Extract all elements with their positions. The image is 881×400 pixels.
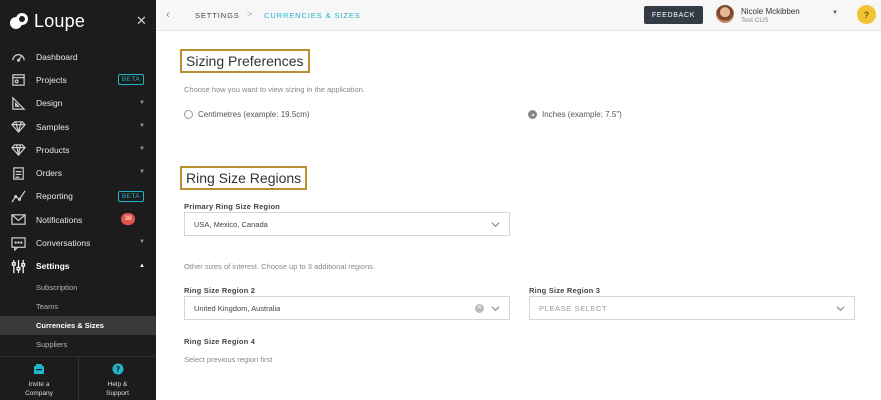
sidebar-item-orders[interactable]: Orders ▼ (0, 161, 156, 184)
radio-unchecked-icon (184, 110, 193, 119)
sidebar-item-settings[interactable]: Settings ▲ (0, 255, 156, 278)
notification-count-badge: 38 (121, 213, 135, 226)
user-name[interactable]: Nicole Mckibben (741, 7, 800, 16)
sidebar-item-reporting[interactable]: Reporting BETA (0, 185, 156, 208)
sidebar-item-label: Notifications (36, 214, 83, 225)
primary-region-select[interactable]: USA, Mexico, Canada (184, 212, 510, 236)
radio-centimetres[interactable]: Centimetres (example: 19.5cm) (184, 110, 310, 119)
top-bar: ‹ SETTINGS > CURRENCIES & SIZES FEEDBACK… (156, 0, 881, 31)
back-chevron-icon[interactable]: ‹ (166, 9, 170, 21)
main-content: Sizing Preferences Choose how you want t… (156, 31, 881, 400)
app-root: Loupe ✕ Dashboard Projects BETA Design ▼… (0, 0, 881, 400)
loupe-logo-icon (9, 12, 29, 30)
help-line-2: Support (106, 390, 129, 397)
sidebar-item-conversations[interactable]: Conversations ▼ (0, 231, 156, 254)
subnav-item-teams[interactable]: Teams (0, 297, 156, 316)
design-icon (10, 95, 26, 111)
sidebar-item-label: Products (36, 144, 70, 155)
primary-region-value: USA, Mexico, Canada (194, 219, 268, 229)
region-4-label: Ring Size Region 4 (184, 337, 256, 346)
sidebar-item-samples[interactable]: Samples ▼ (0, 115, 156, 138)
sizing-preferences-title: Sizing Preferences (180, 49, 310, 73)
sidebar-item-label: Conversations (36, 238, 91, 249)
sidebar-item-label: Orders (36, 168, 62, 179)
beta-badge: BETA (117, 74, 144, 86)
subnav-item-subscription[interactable]: Subscription (0, 278, 156, 297)
clear-icon[interactable]: ✕ (475, 304, 484, 313)
ring-size-regions-title: Ring Size Regions (180, 166, 308, 190)
logo-text: Loupe (34, 10, 86, 31)
primary-region-label: Primary Ring Size Region (184, 202, 281, 211)
region-3-select[interactable]: PLEASE SELECT (529, 296, 855, 320)
svg-text:?: ? (115, 365, 120, 374)
radio-inches[interactable]: Inches (example: 7.5") (528, 110, 622, 119)
chevron-up-icon: ▲ (139, 262, 145, 269)
projects-icon (10, 72, 26, 88)
region-2-value: United Kingdom, Australia (194, 303, 281, 313)
settings-subnav: Subscription Teams Currencies & Sizes Su… (0, 278, 156, 354)
notifications-icon (10, 212, 26, 228)
reporting-icon (10, 188, 26, 204)
logo[interactable]: Loupe (9, 10, 85, 32)
chevron-down-icon: ▼ (139, 122, 145, 129)
region-2-label: Ring Size Region 2 (184, 286, 256, 295)
radio-inches-label: Inches (example: 7.5") (542, 110, 622, 119)
help-button[interactable]: ? (857, 5, 876, 24)
chevron-down-icon: ▼ (139, 99, 145, 106)
help-line-1: Help & (107, 381, 128, 388)
breadcrumb-settings[interactable]: SETTINGS (195, 11, 240, 20)
subnav-item-currencies-sizes[interactable]: Currencies & Sizes (0, 316, 156, 335)
breadcrumb-current: CURRENCIES & SIZES (264, 11, 361, 20)
dashboard-icon (10, 49, 26, 65)
sidebar-item-projects[interactable]: Projects BETA (0, 68, 156, 91)
subnav-item-suppliers[interactable]: Suppliers (0, 335, 156, 354)
sizing-hint: Choose how you want to view sizing in th… (184, 85, 365, 94)
breadcrumb-separator-icon: > (247, 9, 254, 19)
sidebar-item-label: Dashboard (36, 51, 78, 62)
sidebar-item-label: Projects (36, 74, 67, 85)
sidebar-item-label: Samples (36, 121, 70, 132)
products-icon (10, 142, 26, 158)
chevron-down-icon: ▼ (139, 239, 145, 246)
chevron-down-icon (491, 222, 500, 228)
sidebar-item-design[interactable]: Design ▼ (0, 92, 156, 115)
sidebar-item-label: Design (36, 98, 63, 109)
beta-badge: BETA (117, 190, 144, 202)
sidebar-close-icon[interactable]: ✕ (136, 13, 147, 29)
help-icon: ? (112, 363, 124, 378)
radio-centimetres-label: Centimetres (example: 19.5cm) (198, 110, 310, 119)
user-menu-chevron-down-icon[interactable]: ▼ (832, 10, 838, 16)
sidebar-item-dashboard[interactable]: Dashboard (0, 45, 156, 68)
help-support-button[interactable]: ? Help & Support (78, 357, 156, 400)
chevron-down-icon (491, 306, 500, 312)
invite-line-2: Company (25, 390, 53, 397)
radio-checked-icon (528, 110, 537, 119)
region-3-placeholder: PLEASE SELECT (539, 303, 608, 313)
region-4-hint: Select previous region first (184, 355, 273, 364)
invite-line-1: Invite a (28, 381, 50, 388)
invite-company-button[interactable]: Invite a Company (0, 357, 78, 400)
sidebar-item-notifications[interactable]: Notifications 38 (0, 208, 156, 231)
invite-company-icon (33, 363, 45, 378)
sidebar-item-label: Settings (36, 261, 70, 272)
chevron-down-icon: ▼ (139, 169, 145, 176)
chevron-down-icon (836, 306, 845, 312)
conversations-icon (10, 235, 26, 251)
user-company: Test CUS (741, 17, 769, 24)
avatar[interactable] (716, 5, 734, 23)
feedback-button[interactable]: FEEDBACK (644, 6, 703, 24)
sidebar-item-label: Reporting (36, 191, 73, 202)
region-3-label: Ring Size Region 3 (529, 286, 601, 295)
settings-icon (10, 258, 26, 274)
orders-icon (10, 165, 26, 181)
chevron-down-icon: ▼ (139, 146, 145, 153)
sidebar-item-products[interactable]: Products ▼ (0, 138, 156, 161)
sidebar-footer: Invite a Company ? Help & Support (0, 356, 156, 400)
sidebar-nav: Dashboard Projects BETA Design ▼ Samples… (0, 45, 156, 278)
other-regions-hint: Other sizes of interest. Choose up to 3 … (184, 262, 375, 271)
sidebar: Loupe ✕ Dashboard Projects BETA Design ▼… (0, 0, 156, 400)
region-2-select[interactable]: United Kingdom, Australia ✕ (184, 296, 510, 320)
samples-icon (10, 119, 26, 135)
